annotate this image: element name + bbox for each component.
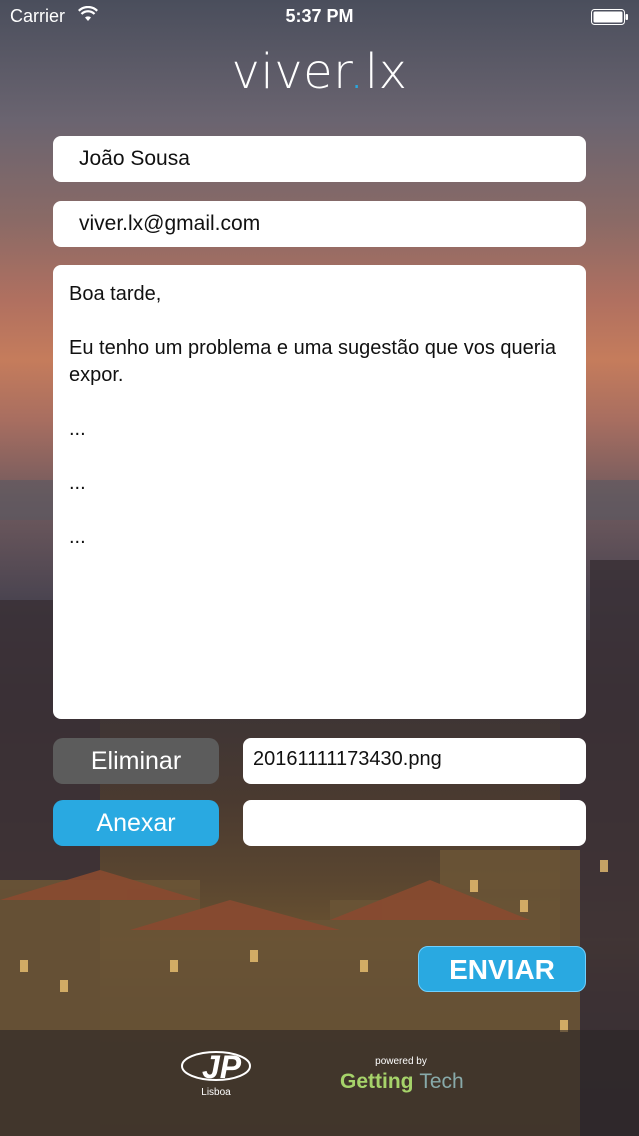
attached-file-field[interactable]: 20161111173430.png: [243, 738, 586, 784]
message-line: ...: [69, 418, 86, 440]
message-line: Eu tenho um problema e uma sugestão que …: [69, 337, 556, 386]
powered-by-label: powered by: [375, 1056, 427, 1067]
message-line: [69, 443, 570, 470]
email-field[interactable]: viver.lx@gmail.com: [53, 201, 586, 247]
logo-part1: viver: [231, 44, 349, 100]
getting-tech-logo: Getting Tech: [340, 1070, 470, 1094]
message-textarea[interactable]: Boa tarde, Eu tenho um problema e uma su…: [53, 265, 586, 719]
svg-text:JP: JP: [202, 1049, 242, 1085]
tech-text: Tech: [419, 1070, 464, 1093]
message-line: ...: [69, 526, 86, 548]
message-line: Boa tarde,: [69, 283, 162, 305]
attach-button[interactable]: Anexar: [53, 800, 219, 846]
status-time: 5:37 PM: [285, 6, 354, 26]
delete-attachment-button[interactable]: Eliminar: [53, 738, 219, 784]
logo-dot: .: [349, 44, 365, 100]
getting-text: Getting: [340, 1070, 414, 1093]
app-logo: viver.lx: [0, 44, 639, 100]
jp-caption: Lisboa: [201, 1087, 231, 1098]
battery-icon: [591, 9, 628, 25]
message-line: [69, 308, 570, 335]
send-button[interactable]: ENVIAR: [418, 946, 586, 992]
message-line: [69, 389, 570, 416]
name-value: João Sousa: [79, 147, 190, 170]
message-line: ...: [69, 472, 86, 494]
second-file-field[interactable]: [243, 800, 586, 846]
name-field[interactable]: João Sousa: [53, 136, 586, 182]
logo-part2: lx: [364, 44, 408, 100]
attached-file-name: 20161111173430.png: [253, 748, 442, 770]
message-line: [69, 497, 570, 524]
status-bar: Carrier 5:37 PM: [0, 0, 639, 34]
email-value: viver.lx@gmail.com: [79, 212, 261, 235]
